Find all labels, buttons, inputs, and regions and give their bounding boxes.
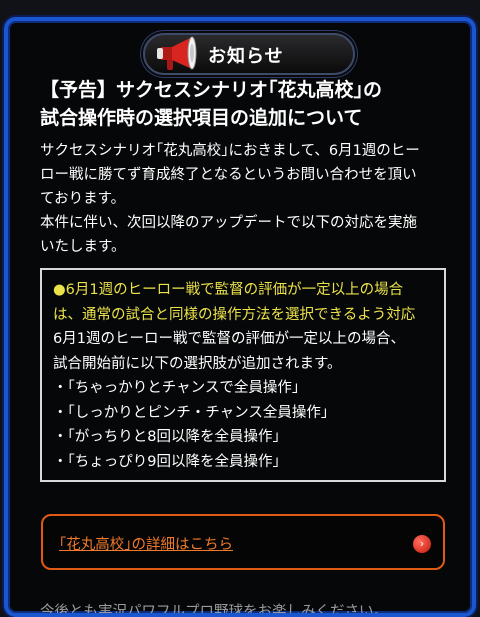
option-item: ・｢しっかりとピンチ・チャンス全員操作｣ [53,404,329,421]
article-title: 【予告】サクセスシナリオ｢花丸高校｣の 試合操作時の選択項目の追加について [40,76,450,132]
notice-box: ●6月1週のヒーロー戦で監督の評価が一定以上の場合 は、通常の試合と同様の操作方… [40,268,446,482]
notice-detail-line-1: 6月1週のヒーロー戦で監督の評価が一定以上の場合、 [53,331,405,347]
article-title-line-1: 【予告】サクセスシナリオ｢花丸高校｣の [40,79,383,101]
hanamaru-details-link[interactable]: ｢花丸高校｣の詳細はこちら › [41,514,445,570]
notice-highlight-text-1: 6月1週のヒーロー戦で監督の評価が一定以上の場合 [65,282,404,298]
paragraph-2: 本件に伴い、次回以降のアップデートで以下の対応を実施 いたします。 [40,211,450,259]
paragraph-2-line-2: いたします。 [40,239,126,255]
option-item: ・｢がっちりと8回以降を全員操作｣ [53,429,280,445]
notice-highlight: ●6月1週のヒーロー戦で監督の評価が一定以上の場合 は、通常の試合と同様の操作方… [53,278,434,327]
paragraph-1: サクセスシナリオ｢花丸高校｣におきまして、6月1週のヒー ロー戦に勝てず育成終了… [40,139,450,211]
paragraph-1-line-1: サクセスシナリオ｢花丸高校｣におきまして、6月1週のヒー [40,143,420,159]
yellow-bullet-icon: ● [53,282,66,298]
cut-off-text: 今後とも実況パワフルプロ野球をお楽しみください。 [40,604,388,617]
notice-highlight-line-2: は、通常の試合と同様の操作方法を選択できるよう対応 [53,306,416,323]
paragraph-1-line-2: ロー戦に勝てず育成終了となるというお問い合わせを頂い [40,167,417,183]
header-badge: お知らせ [143,33,355,75]
header-title: お知らせ [208,46,284,67]
article-body: サクセスシナリオ｢花丸高校｣におきまして、6月1週のヒー ロー戦に勝てず育成終了… [40,139,450,259]
paragraph-2-line-1: 本件に伴い、次回以降のアップデートで以下の対応を実施 [40,215,417,231]
notice-detail-line-2: 試合開始前に以下の選択肢が追加されます。 [53,355,342,372]
notice-highlight-line-1: ●6月1週のヒーロー戦で監督の評価が一定以上の場合 [53,278,434,303]
megaphone-icon [157,36,197,70]
announcement-panel: お知らせ 【予告】サクセスシナリオ｢花丸高校｣の 試合操作時の選択項目の追加につ… [4,17,476,617]
option-item: ・｢ちゃっかりとチャンスで全員操作｣ [53,380,300,396]
notice-detail: 6月1週のヒーロー戦で監督の評価が一定以上の場合、 試合開始前に以下の選択肢が追… [53,327,434,376]
article-title-line-2: 試合操作時の選択項目の追加について [40,107,363,129]
option-item: ・｢ちょっぴり9回以降を全員操作｣ [53,453,280,470]
details-link-label[interactable]: ｢花丸高校｣の詳細はこちら [59,533,233,554]
paragraph-1-line-3: ております。 [40,191,126,207]
option-list: ・｢ちゃっかりとチャンスで全員操作｣ ・｢しっかりとピンチ・チャンス全員操作｣ … [53,376,434,474]
chevron-right-icon[interactable]: › [413,535,431,553]
